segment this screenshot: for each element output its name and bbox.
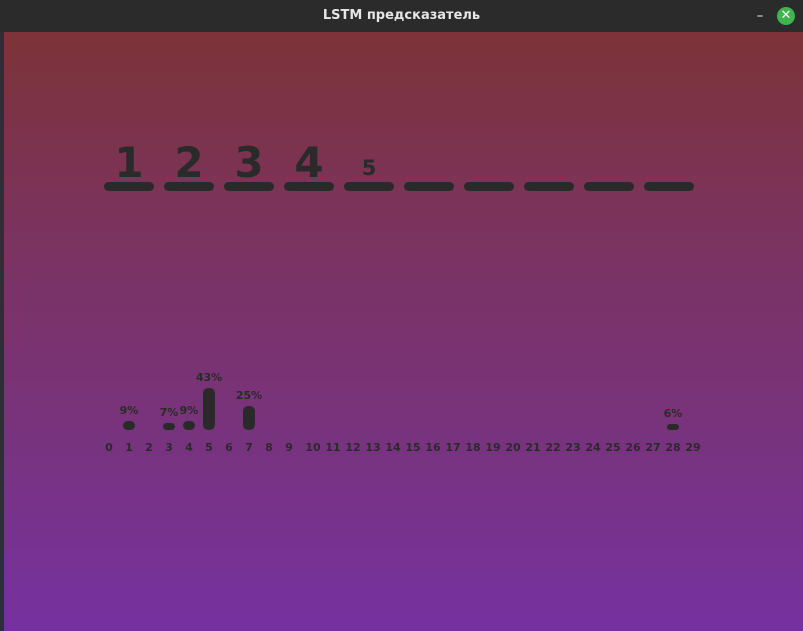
x-tick-label: 16 [425, 441, 441, 454]
predicted-digit: 5 [361, 156, 377, 180]
prediction-canvas: 12345 0 1 9% 2 3 7% 4 9% 5 43% 6 7 25% 8 9 10 11 12 13 14 15… [4, 32, 803, 631]
title-bar[interactable]: LSTM предсказатель – ✕ [0, 0, 803, 32]
x-tick-label: 15 [405, 441, 421, 454]
sequence-slot [404, 182, 454, 191]
minimize-button[interactable]: – [750, 5, 770, 27]
x-tick-label: 24 [585, 441, 601, 454]
sequence-slot [344, 182, 394, 191]
x-tick-label: 4 [185, 441, 193, 454]
x-tick-label: 25 [605, 441, 621, 454]
entered-digit: 4 [294, 138, 324, 187]
x-tick-label: 23 [565, 441, 581, 454]
x-tick-label: 3 [165, 441, 173, 454]
probability-label: 25% [235, 389, 263, 402]
sequence-slot [584, 182, 634, 191]
sequence-slot [524, 182, 574, 191]
close-button[interactable]: ✕ [777, 7, 795, 25]
probability-label: 6% [663, 407, 683, 420]
x-tick-label: 29 [685, 441, 701, 454]
probability-bar [123, 421, 135, 430]
sequence-slot [644, 182, 694, 191]
x-tick-label: 28 [665, 441, 681, 454]
x-tick-label: 22 [545, 441, 561, 454]
x-tick-label: 0 [105, 441, 113, 454]
x-tick-label: 9 [285, 441, 293, 454]
app-window: LSTM предсказатель – ✕ 12345 0 1 9% 2 3 7% 4 9%… [0, 0, 803, 631]
x-tick-label: 5 [205, 441, 213, 454]
x-tick-label: 7 [245, 441, 253, 454]
x-tick-label: 20 [505, 441, 521, 454]
x-tick-label: 27 [645, 441, 661, 454]
probability-label: 9% [119, 404, 139, 417]
x-tick-label: 18 [465, 441, 481, 454]
x-tick-label: 2 [145, 441, 153, 454]
probability-bar [163, 423, 175, 430]
x-tick-label: 26 [625, 441, 641, 454]
entered-digit: 3 [234, 138, 264, 187]
x-tick-label: 19 [485, 441, 501, 454]
window-title: LSTM предсказатель [322, 8, 481, 23]
x-tick-label: 10 [305, 441, 321, 454]
x-tick-label: 1 [125, 441, 133, 454]
x-tick-label: 14 [385, 441, 401, 454]
probability-bar [667, 424, 679, 430]
probability-bar [243, 406, 255, 430]
x-tick-label: 13 [365, 441, 381, 454]
x-tick-label: 17 [445, 441, 461, 454]
entered-digit: 2 [174, 138, 204, 187]
sequence-slot [464, 182, 514, 191]
entered-digit: 1 [114, 138, 144, 187]
x-tick-label: 11 [325, 441, 341, 454]
probability-bar [183, 421, 195, 430]
x-tick-label: 12 [345, 441, 361, 454]
probability-label: 43% [195, 371, 223, 384]
x-tick-label: 6 [225, 441, 233, 454]
probability-bar [203, 388, 215, 430]
x-tick-label: 21 [525, 441, 541, 454]
x-tick-label: 8 [265, 441, 273, 454]
